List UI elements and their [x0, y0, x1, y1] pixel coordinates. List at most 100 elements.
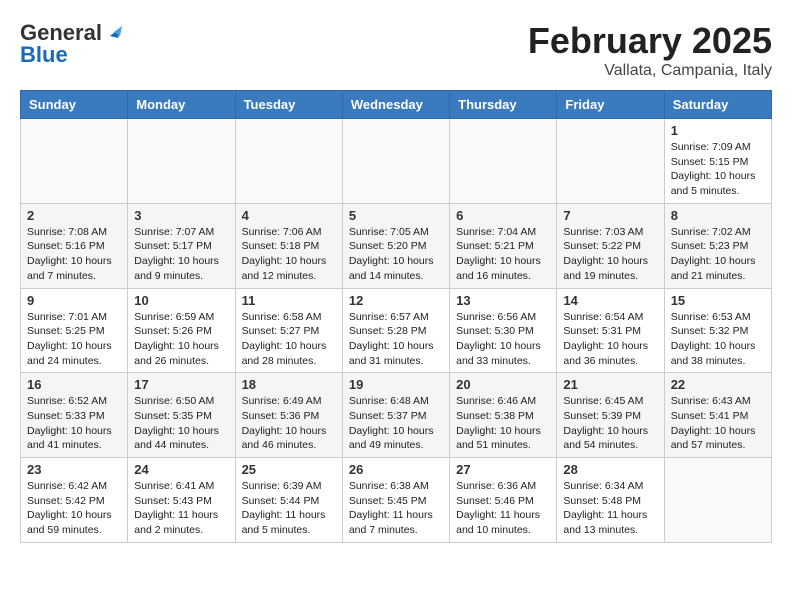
calendar-cell [450, 119, 557, 204]
weekday-header-sunday: Sunday [21, 91, 128, 119]
calendar-cell: 2Sunrise: 7:08 AMSunset: 5:16 PMDaylight… [21, 203, 128, 288]
logo-bird-icon [104, 22, 122, 40]
day-info: Sunrise: 6:57 AMSunset: 5:28 PMDaylight:… [349, 310, 443, 369]
calendar-cell: 6 Sunrise: 7:04 AMSunset: 5:21 PMDaylight… [450, 203, 557, 288]
calendar-cell: 12 Sunrise: 6:57 AMSunset: 5:28 PMDayligh… [342, 288, 449, 373]
calendar-cell: 19 Sunrise: 6:48 AMSunset: 5:37 PMDayligh… [342, 373, 449, 458]
day-number: 2 [27, 208, 121, 223]
day-number: 1 [671, 123, 765, 138]
calendar-cell: 10 Sunrise: 6:59 AMSunset: 5:26 PMDayligh… [128, 288, 235, 373]
day-number: 19 [349, 377, 443, 392]
calendar-cell: 28 Sunrise: 6:34 AMSunset: 5:48 PMDayligh… [557, 458, 664, 543]
day-number: 23 [27, 462, 121, 477]
day-number: 10 [134, 293, 228, 308]
day-number: 12 [349, 293, 443, 308]
day-number: 14 [563, 293, 657, 308]
day-number: 3 [134, 208, 228, 223]
calendar-cell: 8 Sunrise: 7:02 AMSunset: 5:23 PMDaylight… [664, 203, 771, 288]
day-number: 5 [349, 208, 443, 223]
weekday-header-row: SundayMondayTuesdayWednesdayThursdayFrid… [21, 91, 772, 119]
calendar-cell: 22Sunrise: 6:43 AMSunset: 5:41 PMDayligh… [664, 373, 771, 458]
calendar-subtitle: Vallata, Campania, Italy [528, 62, 772, 80]
calendar-cell: 21 Sunrise: 6:45 AMSunset: 5:39 PMDayligh… [557, 373, 664, 458]
calendar-cell: 18 Sunrise: 6:49 AMSunset: 5:36 PMDayligh… [235, 373, 342, 458]
calendar-cell: 1 Sunrise: 7:09 AMSunset: 5:15 PMDaylight… [664, 119, 771, 204]
day-info: Sunrise: 7:03 AMSunset: 5:22 PMDaylight:… [563, 225, 657, 284]
weekday-header-tuesday: Tuesday [235, 91, 342, 119]
day-info: Sunrise: 7:06 AMSunset: 5:18 PMDaylight:… [242, 225, 336, 284]
calendar-cell: 5 Sunrise: 7:05 AMSunset: 5:20 PMDaylight… [342, 203, 449, 288]
day-info: Sunrise: 6:36 AMSunset: 5:46 PMDaylight:… [456, 479, 550, 538]
calendar-cell: 7 Sunrise: 7:03 AMSunset: 5:22 PMDaylight… [557, 203, 664, 288]
day-info: Sunrise: 6:41 AMSunset: 5:43 PMDaylight:… [134, 479, 228, 538]
day-number: 9 [27, 293, 121, 308]
calendar-cell [235, 119, 342, 204]
calendar-cell: 17 Sunrise: 6:50 AMSunset: 5:35 PMDayligh… [128, 373, 235, 458]
calendar-cell: 15Sunrise: 6:53 AMSunset: 5:32 PMDayligh… [664, 288, 771, 373]
day-info: Sunrise: 6:42 AMSunset: 5:42 PMDaylight:… [27, 479, 121, 538]
weekday-header-friday: Friday [557, 91, 664, 119]
calendar-title: February 2025 [528, 20, 772, 62]
day-number: 13 [456, 293, 550, 308]
day-number: 24 [134, 462, 228, 477]
header: General Blue February 2025 Vallata, Camp… [20, 20, 772, 80]
calendar-table: SundayMondayTuesdayWednesdayThursdayFrid… [20, 90, 772, 543]
calendar-cell [664, 458, 771, 543]
day-info: Sunrise: 7:05 AMSunset: 5:20 PMDaylight:… [349, 225, 443, 284]
weekday-header-saturday: Saturday [664, 91, 771, 119]
day-number: 26 [349, 462, 443, 477]
calendar-cell [21, 119, 128, 204]
calendar-cell [342, 119, 449, 204]
day-info: Sunrise: 7:09 AMSunset: 5:15 PMDaylight:… [671, 140, 765, 199]
calendar-week-row: 23 Sunrise: 6:42 AMSunset: 5:42 PMDayligh… [21, 458, 772, 543]
day-info: Sunrise: 6:49 AMSunset: 5:36 PMDaylight:… [242, 394, 336, 453]
logo: General Blue [20, 20, 122, 68]
day-info: Sunrise: 6:38 AMSunset: 5:45 PMDaylight:… [349, 479, 443, 538]
calendar-cell: 11Sunrise: 6:58 AMSunset: 5:27 PMDayligh… [235, 288, 342, 373]
day-info: Sunrise: 6:59 AMSunset: 5:26 PMDaylight:… [134, 310, 228, 369]
day-info: Sunrise: 6:39 AMSunset: 5:44 PMDaylight:… [242, 479, 336, 538]
day-number: 7 [563, 208, 657, 223]
day-info: Sunrise: 6:48 AMSunset: 5:37 PMDaylight:… [349, 394, 443, 453]
day-info: Sunrise: 6:43 AMSunset: 5:41 PMDaylight:… [671, 394, 765, 453]
weekday-header-monday: Monday [128, 91, 235, 119]
day-number: 17 [134, 377, 228, 392]
day-info: Sunrise: 6:52 AMSunset: 5:33 PMDaylight:… [27, 394, 121, 453]
day-info: Sunrise: 7:02 AMSunset: 5:23 PMDaylight:… [671, 225, 765, 284]
day-info: Sunrise: 6:34 AMSunset: 5:48 PMDaylight:… [563, 479, 657, 538]
day-number: 4 [242, 208, 336, 223]
calendar-cell: 26 Sunrise: 6:38 AMSunset: 5:45 PMDayligh… [342, 458, 449, 543]
day-info: Sunrise: 6:53 AMSunset: 5:32 PMDaylight:… [671, 310, 765, 369]
calendar-cell: 27Sunrise: 6:36 AMSunset: 5:46 PMDayligh… [450, 458, 557, 543]
day-number: 20 [456, 377, 550, 392]
day-info: Sunrise: 6:56 AMSunset: 5:30 PMDaylight:… [456, 310, 550, 369]
day-info: Sunrise: 7:04 AMSunset: 5:21 PMDaylight:… [456, 225, 550, 284]
day-number: 21 [563, 377, 657, 392]
calendar-week-row: 2Sunrise: 7:08 AMSunset: 5:16 PMDaylight… [21, 203, 772, 288]
calendar-cell: 4 Sunrise: 7:06 AMSunset: 5:18 PMDaylight… [235, 203, 342, 288]
day-info: Sunrise: 7:07 AMSunset: 5:17 PMDaylight:… [134, 225, 228, 284]
calendar-week-row: 9Sunrise: 7:01 AMSunset: 5:25 PMDaylight… [21, 288, 772, 373]
weekday-header-thursday: Thursday [450, 91, 557, 119]
day-info: Sunrise: 6:58 AMSunset: 5:27 PMDaylight:… [242, 310, 336, 369]
calendar-cell [128, 119, 235, 204]
title-area: February 2025 Vallata, Campania, Italy [528, 20, 772, 80]
weekday-header-wednesday: Wednesday [342, 91, 449, 119]
day-info: Sunrise: 6:50 AMSunset: 5:35 PMDaylight:… [134, 394, 228, 453]
day-number: 16 [27, 377, 121, 392]
day-info: Sunrise: 6:45 AMSunset: 5:39 PMDaylight:… [563, 394, 657, 453]
calendar-cell: 16 Sunrise: 6:52 AMSunset: 5:33 PMDayligh… [21, 373, 128, 458]
calendar-week-row: 16 Sunrise: 6:52 AMSunset: 5:33 PMDayligh… [21, 373, 772, 458]
day-number: 28 [563, 462, 657, 477]
day-number: 6 [456, 208, 550, 223]
calendar-week-row: 1 Sunrise: 7:09 AMSunset: 5:15 PMDaylight… [21, 119, 772, 204]
day-info: Sunrise: 6:46 AMSunset: 5:38 PMDaylight:… [456, 394, 550, 453]
calendar-cell: 3 Sunrise: 7:07 AMSunset: 5:17 PMDaylight… [128, 203, 235, 288]
day-number: 25 [242, 462, 336, 477]
calendar-cell: 25 Sunrise: 6:39 AMSunset: 5:44 PMDayligh… [235, 458, 342, 543]
logo-blue: Blue [20, 42, 68, 68]
day-number: 18 [242, 377, 336, 392]
day-info: Sunrise: 6:54 AMSunset: 5:31 PMDaylight:… [563, 310, 657, 369]
day-number: 8 [671, 208, 765, 223]
calendar-cell [557, 119, 664, 204]
